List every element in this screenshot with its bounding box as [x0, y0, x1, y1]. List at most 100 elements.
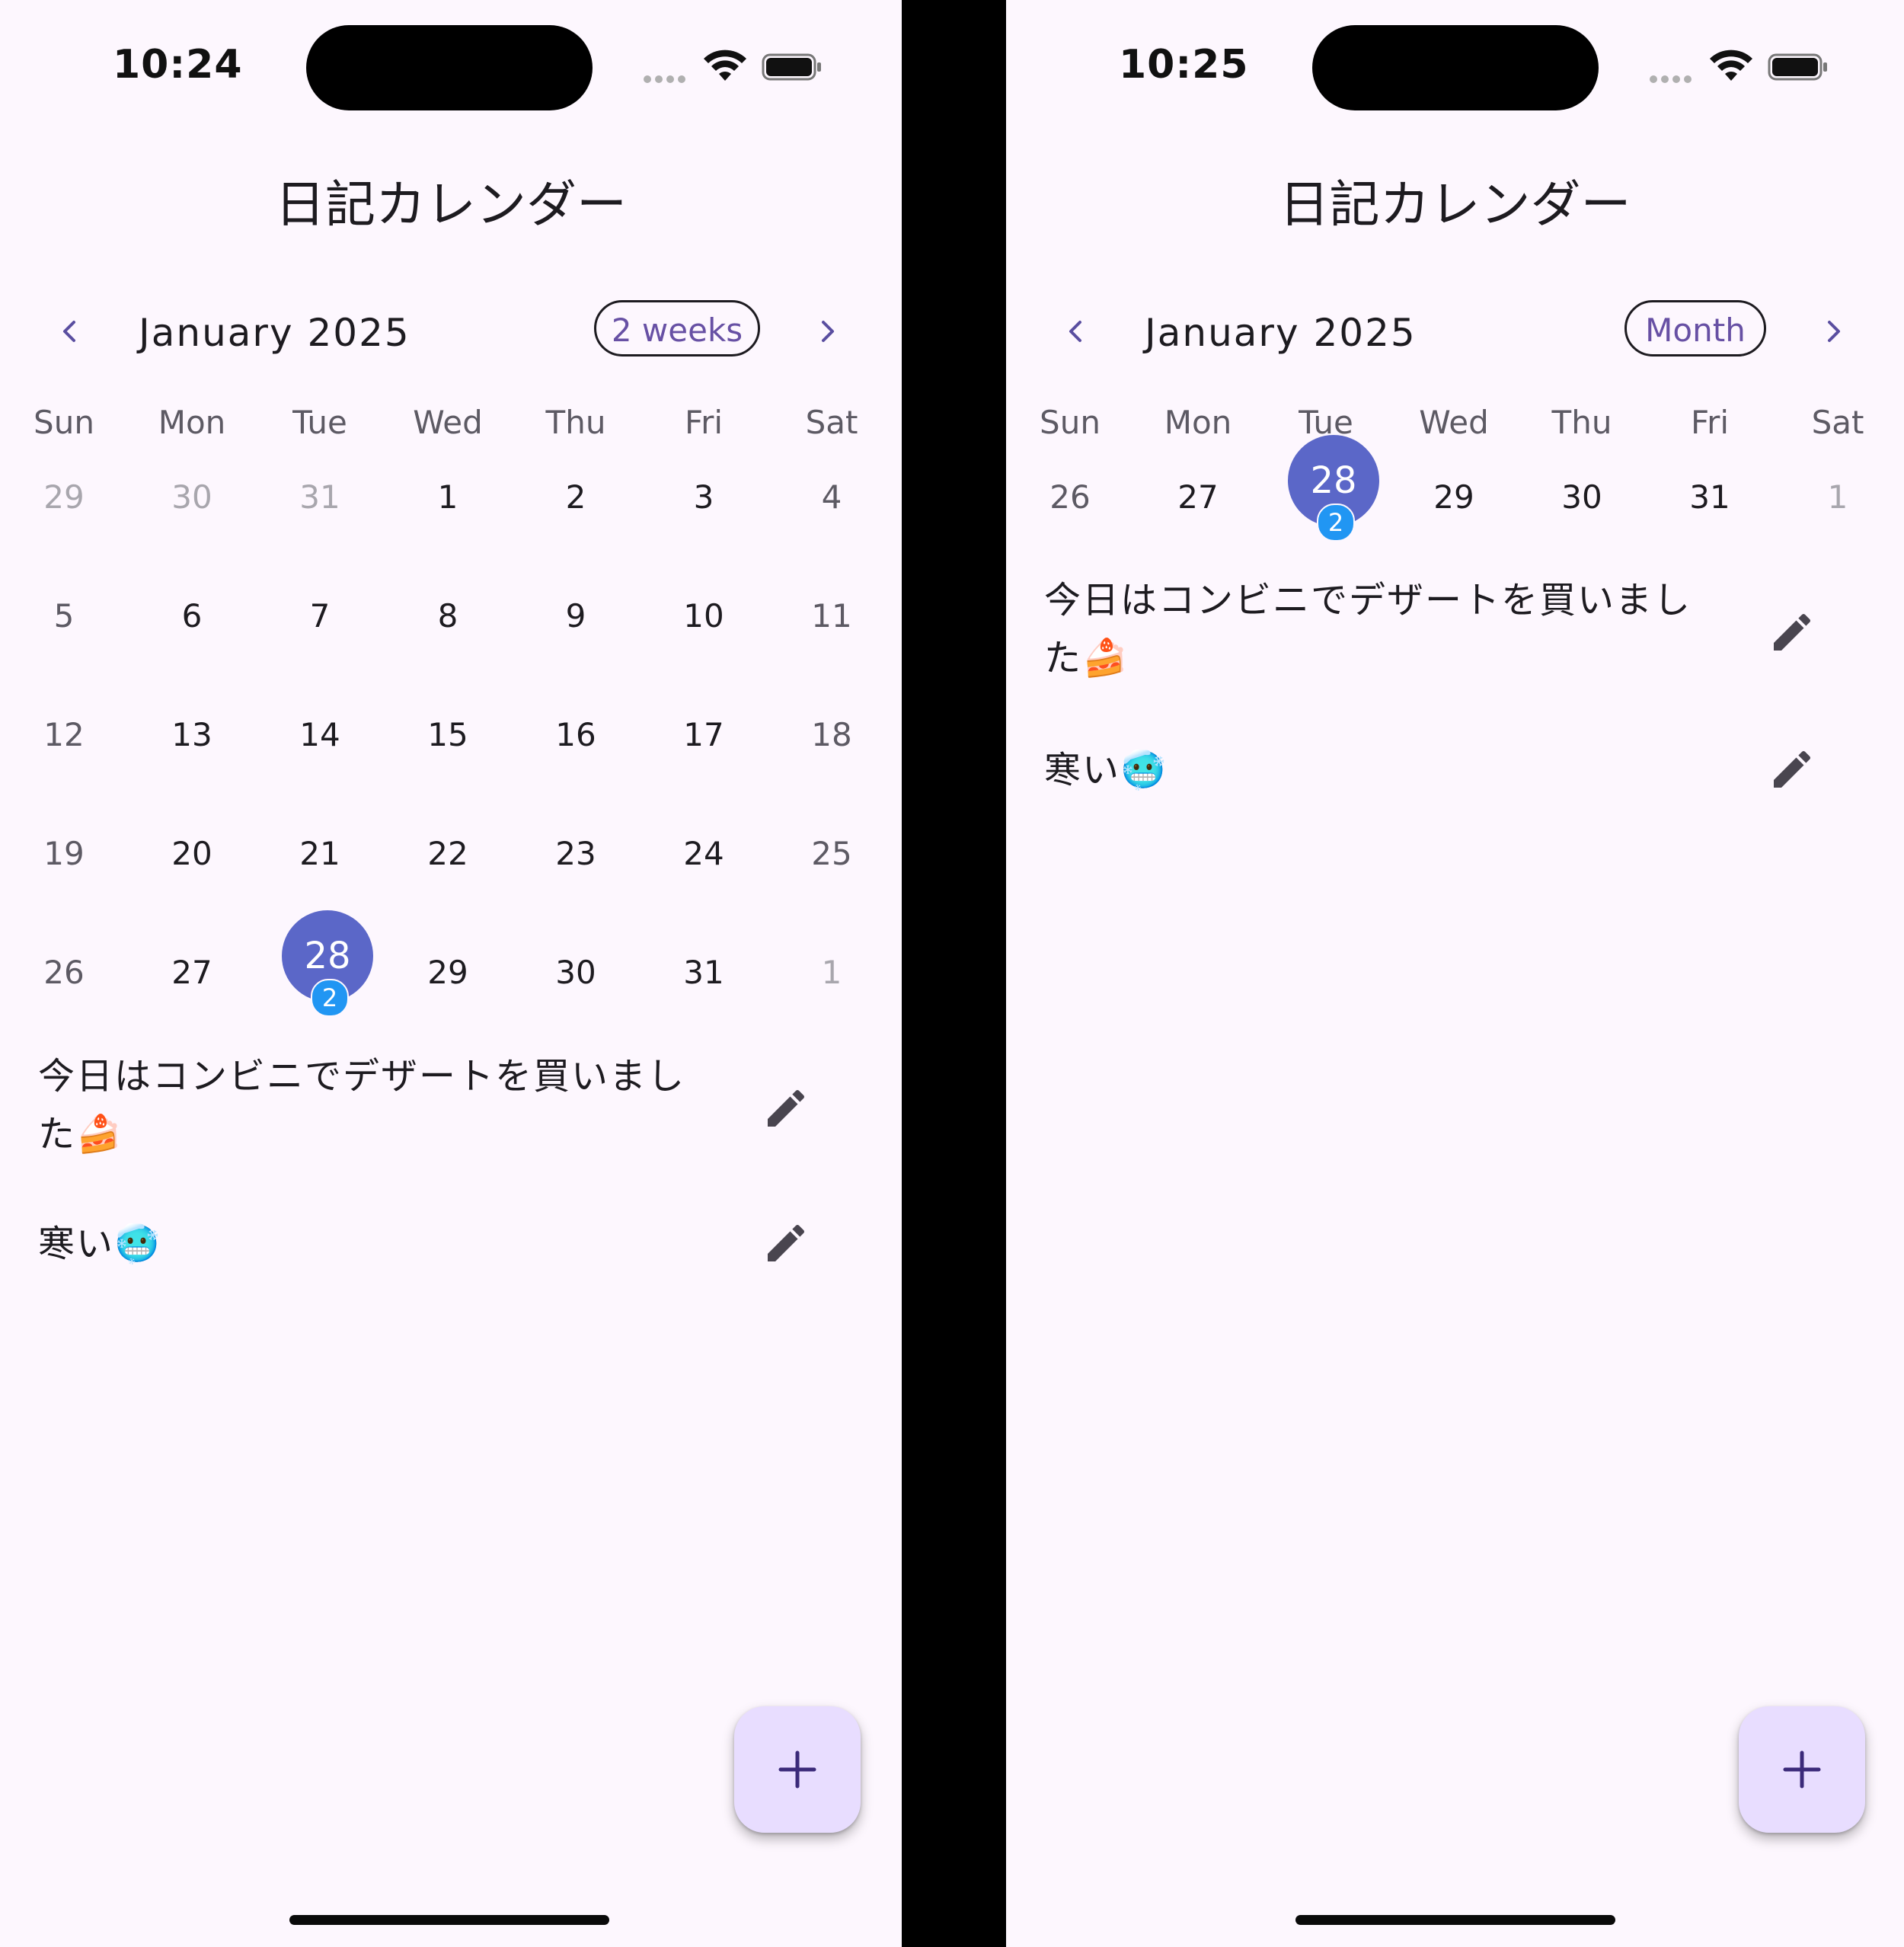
calendar-header: January 2025 2 weeks: [0, 297, 902, 366]
calendar-day[interactable]: 4: [768, 461, 896, 534]
home-indicator: [289, 1915, 609, 1925]
calendar-day[interactable]: 14: [256, 699, 384, 772]
calendar-week: 26 27 28 2 29 30 31 1: [0, 910, 897, 1017]
calendar-week: 29 30 31 1 2 3 4: [0, 461, 897, 522]
chevron-left-icon[interactable]: [50, 312, 88, 350]
calendar-day[interactable]: 6: [128, 580, 256, 653]
calendar-day[interactable]: 18: [768, 699, 896, 772]
status-time: 10:25: [1119, 42, 1249, 88]
format-toggle-button[interactable]: Month: [1624, 300, 1766, 356]
weekday-label: Sun: [34, 404, 94, 441]
calendar-week: 12 13 14 15 16 17 18: [0, 699, 897, 759]
calendar-week: 5 6 7 8 9 10 11: [0, 580, 897, 641]
weekday-label: Mon: [1164, 404, 1232, 441]
calendar-day[interactable]: 1: [384, 461, 512, 534]
weekday-label: Fri: [684, 404, 724, 441]
calendar-day-selected[interactable]: 28 2: [256, 910, 384, 1017]
diary-entry[interactable]: 今日はコンビニでデザートを買いました🍰: [38, 1047, 883, 1162]
format-toggle-button[interactable]: 2 weeks: [594, 300, 760, 356]
calendar-day[interactable]: 20: [128, 817, 256, 890]
calendar-day[interactable]: 30: [1518, 461, 1646, 534]
add-entry-fab[interactable]: [1739, 1706, 1865, 1833]
edit-pencil-icon[interactable]: [762, 1084, 810, 1133]
phone-screen-left: 10:24 日記カレンダー January 2025 2 weeks Sun M…: [0, 0, 902, 1947]
calendar-day[interactable]: 22: [384, 817, 512, 890]
month-label: January 2025: [139, 311, 411, 355]
calendar-day[interactable]: 19: [0, 817, 128, 890]
diary-entry-text: 寒い🥶: [1044, 749, 1168, 791]
calendar-day[interactable]: 1: [1774, 461, 1902, 534]
weekday-label: Mon: [158, 404, 226, 441]
entry-count-badge: 2: [311, 979, 349, 1017]
entry-count-badge: 2: [1317, 504, 1355, 542]
add-entry-fab[interactable]: [734, 1706, 861, 1833]
calendar-day-selected[interactable]: 28 2: [1262, 435, 1390, 542]
edit-pencil-icon[interactable]: [762, 1219, 810, 1268]
calendar-day[interactable]: 12: [0, 699, 128, 772]
weekday-label: Wed: [1419, 404, 1489, 441]
calendar-day[interactable]: 3: [640, 461, 768, 534]
calendar-day[interactable]: 31: [1646, 461, 1774, 534]
calendar-day[interactable]: 25: [768, 817, 896, 890]
phone-screen-right: 10:25 日記カレンダー January 2025 Month Sun Mon…: [1006, 0, 1904, 1947]
calendar-day[interactable]: 24: [640, 817, 768, 890]
diary-entry[interactable]: 寒い🥶: [38, 1215, 883, 1276]
calendar-day[interactable]: 27: [1134, 461, 1262, 534]
diary-entry-text: 今日はコンビニでデザートを買いました🍰: [1044, 579, 1692, 679]
calendar-day[interactable]: 29: [1390, 461, 1518, 534]
edit-pencil-icon[interactable]: [1768, 608, 1816, 657]
calendar-day[interactable]: 1: [768, 936, 896, 1009]
app-title: 日記カレンダー: [275, 175, 627, 234]
calendar-day[interactable]: 16: [512, 699, 640, 772]
calendar-day[interactable]: 26: [1006, 461, 1134, 534]
calendar-week: 26 27 28 2 29 30 31 1: [1006, 435, 1903, 542]
calendar-day[interactable]: 31: [256, 461, 384, 534]
chevron-right-icon[interactable]: [809, 312, 847, 350]
calendar-day[interactable]: 8: [384, 580, 512, 653]
plus-icon: [1783, 1750, 1821, 1789]
diary-entry[interactable]: 今日はコンビニでデザートを買いました🍰: [1044, 571, 1890, 686]
calendar-day[interactable]: 31: [640, 936, 768, 1009]
calendar-day[interactable]: 10: [640, 580, 768, 653]
calendar-day[interactable]: 11: [768, 580, 896, 653]
weekday-label: Sat: [1811, 404, 1864, 441]
weekday-label: Tue: [292, 404, 347, 441]
chevron-right-icon[interactable]: [1815, 312, 1853, 350]
month-label: January 2025: [1145, 311, 1417, 355]
calendar-day[interactable]: 26: [0, 936, 128, 1009]
chevron-left-icon[interactable]: [1056, 312, 1094, 350]
calendar-day[interactable]: 7: [256, 580, 384, 653]
plus-icon: [778, 1750, 816, 1789]
wifi-icon: [1710, 50, 1752, 81]
weekday-label: Thu: [545, 404, 606, 441]
diary-entry-text: 寒い🥶: [38, 1223, 161, 1265]
edit-pencil-icon[interactable]: [1768, 745, 1816, 794]
weekday-label: Wed: [413, 404, 483, 441]
wifi-icon: [704, 50, 746, 81]
calendar-day[interactable]: 29: [0, 461, 128, 534]
calendar-day[interactable]: 5: [0, 580, 128, 653]
weekday-label: Thu: [1551, 404, 1612, 441]
calendar-day[interactable]: 27: [128, 936, 256, 1009]
diary-entry-text: 今日はコンビニでデザートを買いました🍰: [38, 1055, 686, 1156]
calendar-day[interactable]: 29: [384, 936, 512, 1009]
app-title: 日記カレンダー: [1279, 175, 1631, 234]
calendar-day[interactable]: 15: [384, 699, 512, 772]
calendar-day[interactable]: 2: [512, 461, 640, 534]
calendar-day[interactable]: 30: [512, 936, 640, 1009]
home-indicator: [1295, 1915, 1615, 1925]
weekday-label: Sun: [1040, 404, 1101, 441]
calendar-day[interactable]: 17: [640, 699, 768, 772]
calendar-day[interactable]: 13: [128, 699, 256, 772]
calendar-day[interactable]: 9: [512, 580, 640, 653]
calendar-header: January 2025 Month: [1006, 297, 1904, 366]
dynamic-island: [1312, 25, 1599, 110]
calendar-day[interactable]: 30: [128, 461, 256, 534]
weekday-header: Sun Mon Tue Wed Thu Fri Sat: [1006, 400, 1903, 461]
calendar-day[interactable]: 21: [256, 817, 384, 890]
battery-icon: [762, 53, 821, 81]
signal-icon: [1650, 72, 1695, 86]
diary-entry[interactable]: 寒い🥶: [1044, 741, 1890, 802]
weekday-label: Fri: [1690, 404, 1730, 441]
calendar-day[interactable]: 23: [512, 817, 640, 890]
